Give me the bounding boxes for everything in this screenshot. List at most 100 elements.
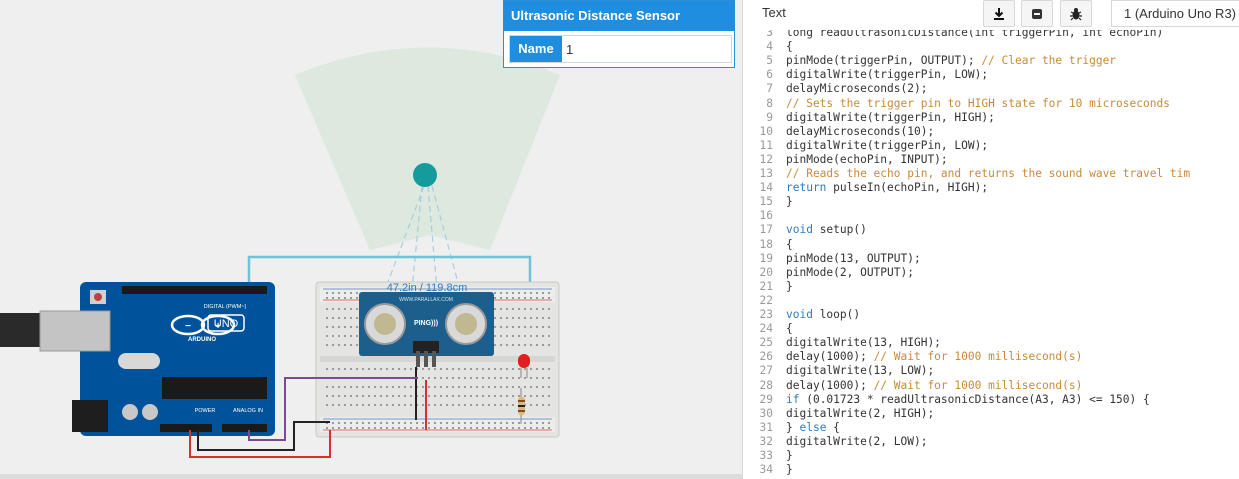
- code-line[interactable]: 31} else {: [743, 421, 840, 435]
- upload-to-board-button[interactable]: [1021, 0, 1053, 27]
- code-text-area[interactable]: 3 long readUltrasonicDistance(int trigger…: [743, 30, 1239, 479]
- board-selector-dropdown[interactable]: 1 (Arduino Uno R3): [1111, 0, 1239, 27]
- code-line[interactable]: 17 void setup(): [743, 223, 867, 237]
- code-line[interactable]: 13 // Reads the echo pin, and returns the…: [743, 167, 1191, 181]
- code-line[interactable]: 24 {: [743, 322, 793, 336]
- code-line[interactable]: 5 pinMode(triggerPin, OUTPUT); // Clear t…: [743, 54, 1116, 68]
- code-line[interactable]: 20 pinMode(2, OUTPUT);: [743, 266, 914, 280]
- line-number: 15: [759, 195, 773, 209]
- reset-button[interactable]: [94, 293, 102, 301]
- breadboard-hole: [518, 377, 520, 379]
- arduino-logo: UNO: [214, 318, 239, 330]
- breadboard-hole: [506, 368, 508, 370]
- breadboard-hole: [356, 427, 358, 429]
- line-number: 30: [759, 406, 773, 420]
- breadboard-hole: [344, 368, 346, 370]
- breadboard-hole: [350, 335, 352, 337]
- code-line[interactable]: 18 {: [743, 238, 793, 252]
- breadboard-hole: [344, 335, 346, 337]
- arduino-uno-board[interactable]: DIGITAL (PWM~) − + UNO ARDUINO POWER ANA…: [0, 282, 275, 436]
- breadboard-hole: [470, 386, 472, 388]
- breadboard-hole: [530, 427, 532, 429]
- code-line[interactable]: 4{: [743, 40, 793, 54]
- properties-panel-title: Ultrasonic Distance Sensor: [504, 1, 734, 31]
- breadboard-hole: [368, 404, 370, 406]
- code-line[interactable]: 23 void loop(): [743, 308, 861, 322]
- breadboard-hole: [494, 292, 496, 294]
- code-line[interactable]: 16: [743, 209, 786, 223]
- code-line[interactable]: 27 digitalWrite(13, LOW);: [743, 364, 935, 378]
- editor-mode-dropdown[interactable]: Text: [762, 5, 786, 20]
- code-line[interactable]: 12 pinMode(echoPin, INPUT);: [743, 153, 948, 167]
- code-line[interactable]: 21}: [743, 280, 793, 294]
- breadboard-hole: [410, 404, 412, 406]
- ultrasonic-sensor[interactable]: WWW.PARALLAX.COM PING))): [359, 292, 494, 367]
- code-line[interactable]: 34}: [743, 463, 793, 477]
- breadboard-hole: [500, 368, 502, 370]
- code-line[interactable]: 15}: [743, 195, 793, 209]
- code-line[interactable]: 6 digitalWrite(triggerPin, LOW);: [743, 68, 988, 82]
- breadboard-hole: [368, 395, 370, 397]
- breadboard-hole: [476, 377, 478, 379]
- debugger-button[interactable]: [1060, 0, 1092, 27]
- bug-debugger-icon: [1070, 7, 1082, 20]
- code-line[interactable]: 26 delay(1000); // Wait for 1000 millisec…: [743, 350, 1083, 364]
- breadboard-hole: [374, 427, 376, 429]
- breadboard-hole: [422, 427, 424, 429]
- breadboard-hole: [458, 427, 460, 429]
- breadboard-hole: [386, 427, 388, 429]
- code-line[interactable]: 29 if (0.01723 * readUltrasonicDistance(A…: [743, 393, 1150, 407]
- distance-target-object[interactable]: [413, 163, 437, 187]
- breadboard-hole: [518, 395, 520, 397]
- code-line[interactable]: 19 pinMode(13, OUTPUT);: [743, 252, 921, 266]
- breadboard-hole: [350, 422, 352, 424]
- name-field-input[interactable]: [566, 36, 728, 62]
- code-line[interactable]: 22: [743, 294, 786, 308]
- download-button[interactable]: [983, 0, 1015, 27]
- code-line[interactable]: 14 return pulseIn(echoPin, HIGH);: [743, 181, 989, 195]
- code-line[interactable]: 28 delay(1000); // Wait for 1000 millisec…: [743, 379, 1083, 393]
- breadboard-hole: [416, 422, 418, 424]
- breadboard-hole: [452, 422, 454, 424]
- breadboard-hole: [362, 368, 364, 370]
- circuit-diagram[interactable]: WWW.PARALLAX.COM PING))) 47.2in / 119.8c…: [0, 0, 742, 479]
- breadboard-hole: [524, 427, 526, 429]
- breadboard-hole: [368, 427, 370, 429]
- code-line[interactable]: 8 // Sets the trigger pin to HIGH state f…: [743, 97, 1170, 111]
- code-text: digitalWrite(triggerPin, HIGH);: [786, 110, 995, 124]
- code-line[interactable]: 32 digitalWrite(2, LOW);: [743, 435, 928, 449]
- code-line[interactable]: 3 long readUltrasonicDistance(int trigger…: [743, 30, 1163, 40]
- breadboard-hole: [344, 292, 346, 294]
- breadboard-hole: [524, 297, 526, 299]
- breadboard-hole: [374, 386, 376, 388]
- code-line[interactable]: 7 delayMicroseconds(2);: [743, 82, 927, 96]
- breadboard-hole: [458, 422, 460, 424]
- breadboard-hole: [542, 344, 544, 346]
- distance-readout: 47.2in / 119.8cm: [387, 282, 468, 294]
- code-line[interactable]: 25 digitalWrite(13, HIGH);: [743, 336, 941, 350]
- code-line[interactable]: 30 digitalWrite(2, HIGH);: [743, 406, 935, 421]
- name-field-label: Name: [510, 36, 562, 62]
- breadboard-hole: [326, 427, 328, 429]
- breadboard-hole: [338, 335, 340, 337]
- breadboard-hole: [548, 292, 550, 294]
- breadboard-hole: [506, 326, 508, 328]
- breadboard-hole: [344, 317, 346, 319]
- code-text: {: [786, 322, 793, 336]
- code-line[interactable]: 11 digitalWrite(triggerPin, LOW);: [743, 139, 989, 153]
- breadboard-hole: [434, 404, 436, 406]
- circuit-canvas[interactable]: WWW.PARALLAX.COM PING))) 47.2in / 119.8c…: [0, 0, 742, 479]
- breadboard-hole: [536, 386, 538, 388]
- breadboard-hole: [494, 377, 496, 379]
- code-line[interactable]: 33}: [743, 449, 793, 463]
- breadboard-hole: [434, 427, 436, 429]
- line-number: 10: [759, 124, 773, 138]
- breadboard-hole: [422, 404, 424, 406]
- breadboard-hole: [542, 292, 544, 294]
- code-line[interactable]: 10 delayMicroseconds(10);: [743, 124, 935, 139]
- code-line[interactable]: 9 digitalWrite(triggerPin, HIGH);: [743, 111, 995, 125]
- breadboard-hole: [398, 368, 400, 370]
- breadboard-hole: [332, 317, 334, 319]
- breadboard-hole: [404, 368, 406, 370]
- breadboard-hole: [494, 427, 496, 429]
